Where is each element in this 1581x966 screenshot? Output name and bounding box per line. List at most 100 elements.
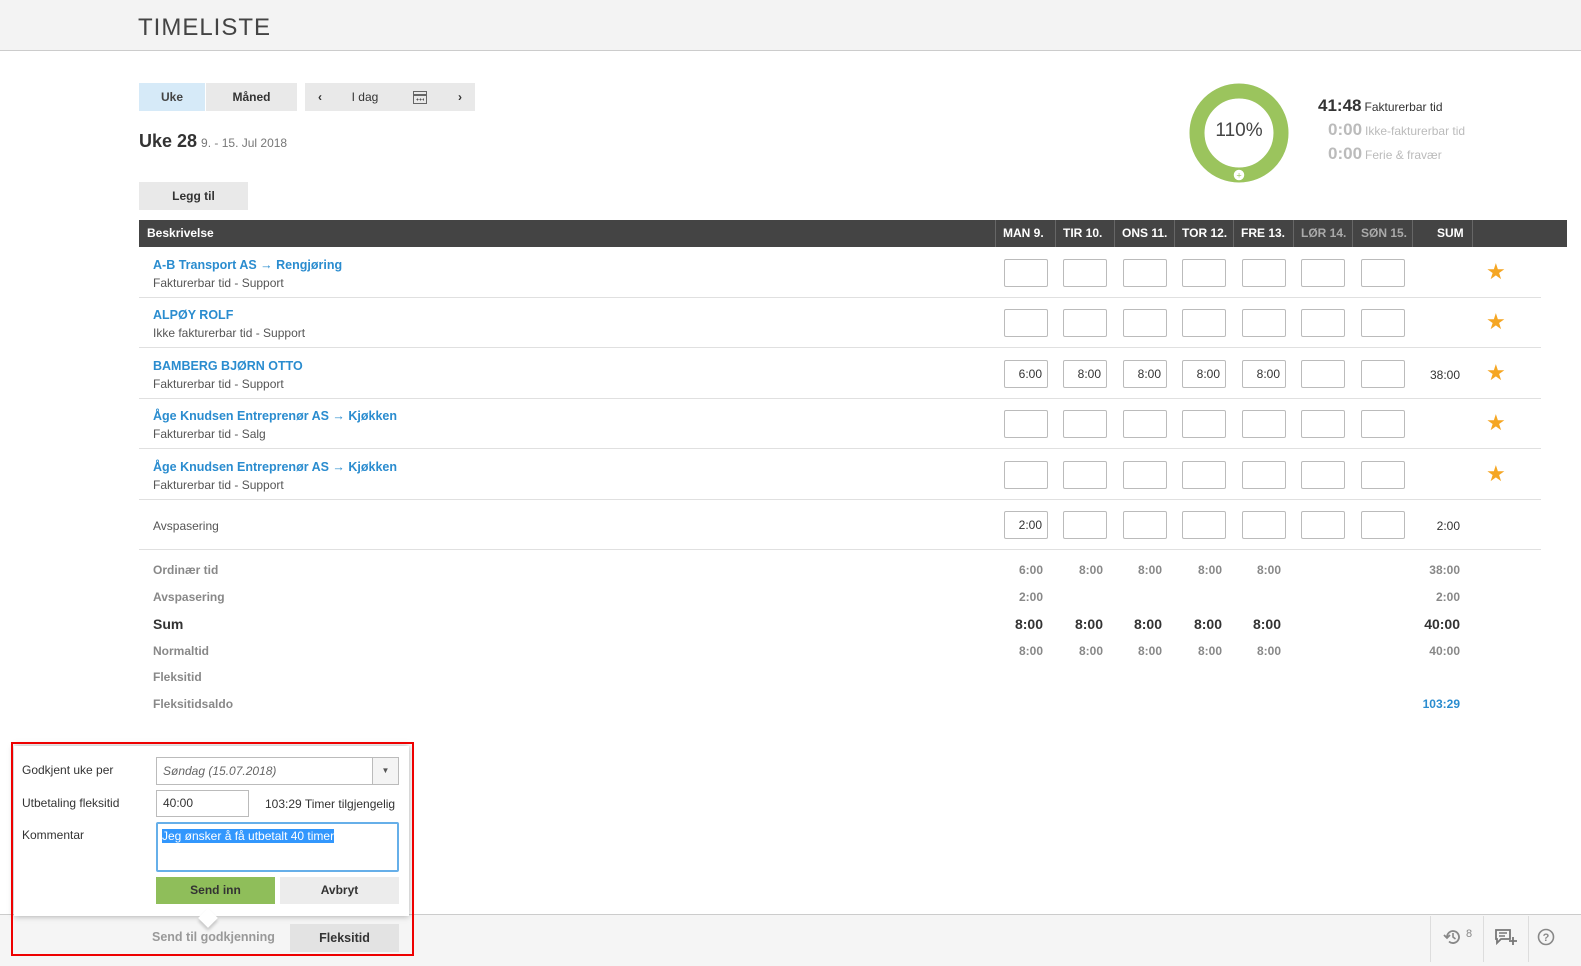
hours-input-sat[interactable] [1301, 309, 1345, 337]
row-subtitle: Fakturerbar tid - Support [153, 377, 284, 391]
hours-input-wed[interactable] [1123, 511, 1167, 539]
comment-add-icon [1495, 929, 1517, 946]
hours-input-tue[interactable]: 8:00 [1063, 360, 1107, 388]
week-range: 9. - 15. Jul 2018 [201, 136, 288, 150]
hours-input-sat[interactable] [1301, 360, 1345, 388]
flex-balance-link[interactable]: 103:29 [1416, 697, 1460, 711]
hours-input-thu[interactable] [1182, 511, 1226, 539]
row-title-link[interactable]: Åge Knudsen Entreprenør AS → Kjøkken [153, 409, 397, 423]
hours-input-sun[interactable] [1361, 511, 1405, 539]
hours-input-sat[interactable] [1301, 259, 1345, 287]
hours-input-mon[interactable] [1004, 461, 1048, 489]
hours-input-sun[interactable] [1361, 360, 1405, 388]
add-button[interactable]: Legg til [139, 182, 248, 210]
week-view-button[interactable]: Uke [139, 83, 205, 111]
hours-input-wed[interactable] [1123, 461, 1167, 489]
month-view-button[interactable]: Måned [205, 83, 297, 111]
hours-input-wed[interactable]: 8:00 [1123, 360, 1167, 388]
hours-input-fri[interactable] [1242, 461, 1286, 489]
row-title-link[interactable]: ALPØY ROLF [153, 308, 233, 322]
non-billable-stat: 0:00 Ikke-fakturerbar tid [1318, 120, 1465, 144]
column-header-wed: ONS 11. [1122, 226, 1168, 240]
hours-input-sun[interactable] [1361, 309, 1405, 337]
favorite-star-icon[interactable]: ★ [1486, 361, 1506, 385]
favorite-star-icon[interactable]: ★ [1486, 411, 1506, 435]
hours-input-tue[interactable] [1063, 511, 1107, 539]
table-row: BAMBERG BJØRN OTTO Fakturerbar tid - Sup… [139, 349, 1541, 399]
favorite-star-icon[interactable]: ★ [1486, 462, 1506, 486]
totals-value: 2:00 [1018, 590, 1043, 604]
hours-input-wed[interactable] [1123, 259, 1167, 287]
totals-sum: 40:00 [1429, 644, 1460, 658]
help-icon: ? [1537, 928, 1555, 946]
hours-input-thu[interactable] [1182, 410, 1226, 438]
hours-input-sat[interactable] [1301, 461, 1345, 489]
prev-week-button[interactable]: ‹ [305, 83, 335, 111]
totals-value: 8:00 [1252, 616, 1281, 632]
hours-input-mon[interactable] [1004, 309, 1048, 337]
table-row: ALPØY ROLF Ikke fakturerbar tid - Suppor… [139, 298, 1541, 348]
history-button[interactable] [1443, 928, 1463, 951]
favorite-star-icon[interactable]: ★ [1486, 260, 1506, 284]
hours-input-sat[interactable] [1301, 410, 1345, 438]
history-icon [1443, 930, 1460, 944]
column-header-mon: MAN 9. [1003, 226, 1044, 240]
totals-label-sum: Sum [153, 616, 184, 632]
hours-input-sun[interactable] [1361, 461, 1405, 489]
column-header-sat: LØR 14. [1301, 226, 1347, 240]
hours-input-fri[interactable] [1242, 259, 1286, 287]
next-week-button[interactable]: › [445, 83, 475, 111]
hours-input-tue[interactable] [1063, 309, 1107, 337]
billable-value: 41:48 [1318, 96, 1362, 115]
row-title-link[interactable]: A-B Transport AS → Rengjøring [153, 258, 342, 272]
hours-input-wed[interactable] [1123, 410, 1167, 438]
totals-label-flex: Fleksitid [153, 670, 202, 684]
hours-input-sun[interactable] [1361, 410, 1405, 438]
page-title: TIMELISTE [138, 14, 272, 41]
hours-input-mon[interactable] [1004, 259, 1048, 287]
totals-label-flex-balance: Fleksitidsaldo [153, 697, 234, 711]
totals-label-ordinary: Ordinær tid [153, 563, 219, 577]
totals-value: 8:00 [1133, 616, 1162, 632]
hours-input-mon[interactable] [1004, 410, 1048, 438]
week-heading: Uke 28 9. - 15. Jul 2018 [139, 131, 287, 152]
totals-value: 8:00 [1078, 644, 1103, 658]
table-row: Åge Knudsen Entreprenør AS → Kjøkken Fak… [139, 450, 1541, 500]
billable-label: Fakturerbar tid [1364, 100, 1443, 114]
totals-value: 8:00 [1197, 563, 1222, 577]
row-title-link[interactable]: BAMBERG BJØRN OTTO [153, 359, 303, 373]
hours-input-wed[interactable] [1123, 309, 1167, 337]
hours-input-thu[interactable] [1182, 461, 1226, 489]
column-header-sum: SUM [1437, 226, 1464, 240]
totals-value: 8:00 [1197, 644, 1222, 658]
hours-input-sun[interactable] [1361, 259, 1405, 287]
calendar-button[interactable] [395, 83, 445, 111]
totals-value: 8:00 [1014, 616, 1043, 632]
totals-value: 8:00 [1193, 616, 1222, 632]
hours-input-tue[interactable] [1063, 461, 1107, 489]
favorite-star-icon[interactable]: ★ [1486, 310, 1506, 334]
help-button[interactable]: ? [1537, 928, 1555, 951]
svg-text:+: + [1236, 172, 1242, 180]
hours-input-mon[interactable]: 6:00 [1004, 360, 1048, 388]
totals-value: 8:00 [1078, 563, 1103, 577]
totals-label-avspasering: Avspasering [153, 590, 225, 604]
today-button[interactable]: I dag [335, 83, 395, 111]
column-header-thu: TOR 12. [1182, 226, 1228, 240]
hours-input-tue[interactable] [1063, 410, 1107, 438]
hours-input-fri[interactable]: 8:00 [1242, 360, 1286, 388]
hours-input-thu[interactable] [1182, 309, 1226, 337]
hours-input-thu[interactable] [1182, 259, 1226, 287]
hours-input-fri[interactable] [1242, 309, 1286, 337]
time-summary: 41:48 Fakturerbar tid 0:00 Ikke-fakturerba… [1318, 96, 1465, 168]
highlight-box [11, 742, 414, 956]
hours-input-tue[interactable] [1063, 259, 1107, 287]
hours-input-mon[interactable]: 2:00 [1004, 511, 1048, 539]
row-title-link[interactable]: Åge Knudsen Entreprenør AS → Kjøkken [153, 460, 397, 474]
hours-input-thu[interactable]: 8:00 [1182, 360, 1226, 388]
hours-input-sat[interactable] [1301, 511, 1345, 539]
totals-value: 8:00 [1074, 616, 1103, 632]
hours-input-fri[interactable] [1242, 511, 1286, 539]
hours-input-fri[interactable] [1242, 410, 1286, 438]
add-comment-button[interactable] [1495, 928, 1517, 951]
